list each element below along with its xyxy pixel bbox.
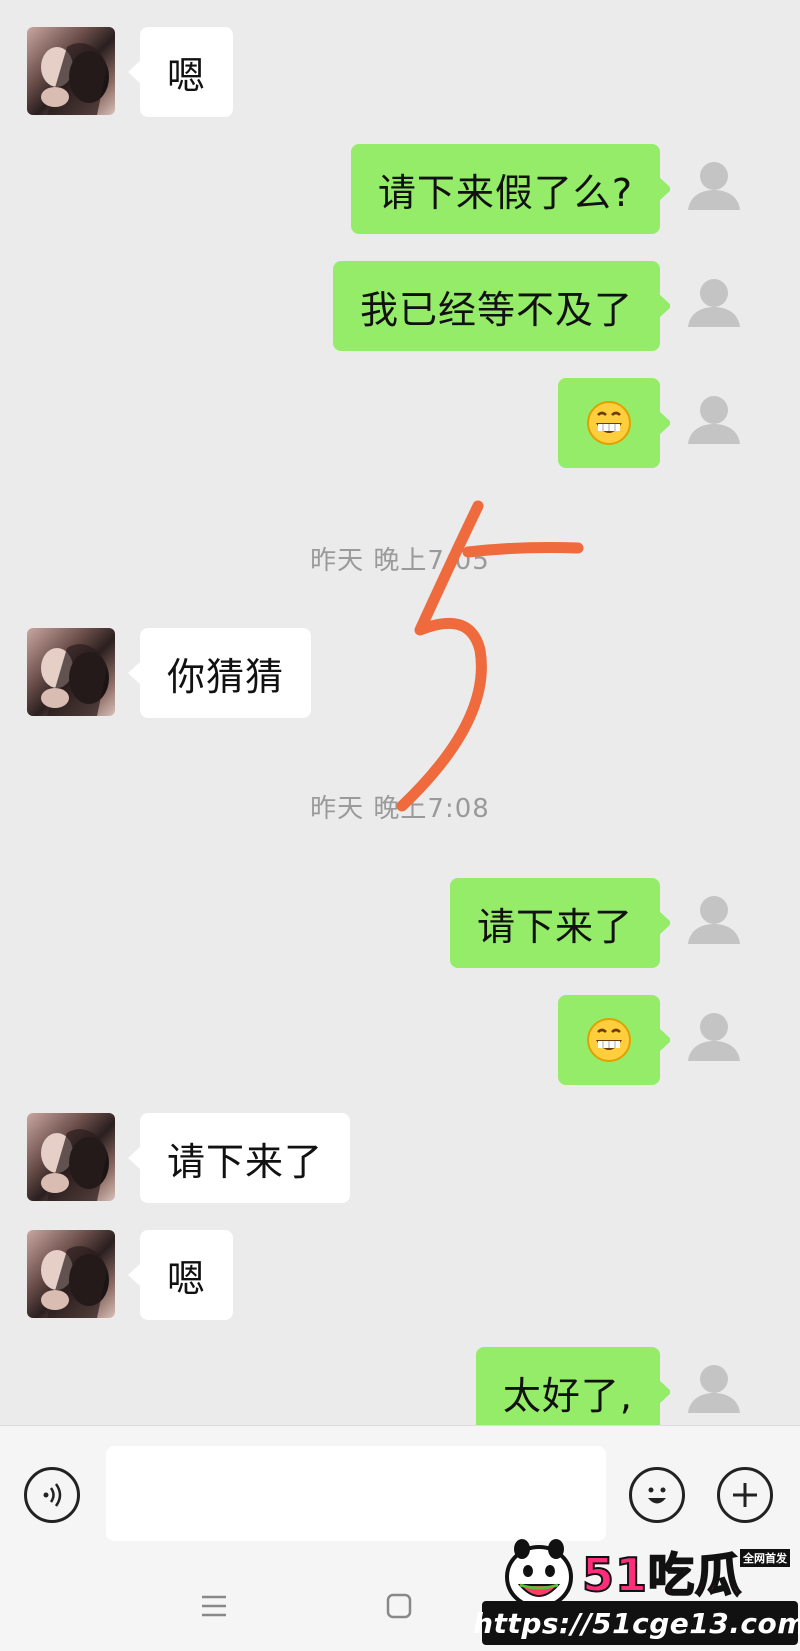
- self-avatar[interactable]: [670, 261, 758, 349]
- message-bubble[interactable]: [558, 995, 672, 1085]
- emoji-button[interactable]: [629, 1467, 685, 1523]
- message-bubble[interactable]: 太好了,: [475, 1347, 673, 1425]
- menu-icon: [202, 1595, 226, 1617]
- nav-menu-button[interactable]: [192, 1586, 236, 1626]
- voice-button[interactable]: [24, 1467, 80, 1523]
- grin-emoji-icon: [587, 1018, 631, 1062]
- peer-avatar[interactable]: [27, 27, 115, 115]
- grin-emoji-icon: [587, 401, 631, 445]
- self-avatar[interactable]: [670, 1347, 758, 1425]
- message-text: 请下来了: [476, 904, 633, 949]
- self-avatar[interactable]: [670, 378, 758, 466]
- message-text: 你猜猜: [167, 654, 285, 699]
- message-bubble[interactable]: 请下来了: [449, 878, 673, 968]
- message-bubble[interactable]: 嗯: [127, 27, 234, 117]
- watermark-tag: 全网首发: [740, 1549, 790, 1567]
- smiley-icon: [648, 1487, 666, 1504]
- message-row: 请下来了: [0, 878, 800, 968]
- message-text: 请下来假了么?: [377, 170, 633, 215]
- peer-avatar[interactable]: [27, 1113, 115, 1201]
- home-square-icon: [386, 1593, 412, 1619]
- message-bubble[interactable]: 我已经等不及了: [332, 261, 673, 351]
- timestamp: 昨天 晚上7:05: [310, 546, 490, 576]
- watermark-url: https://51cge13.com: [473, 1601, 800, 1645]
- self-avatar[interactable]: [670, 878, 758, 966]
- message-row: 请下来假了么?: [0, 144, 800, 234]
- message-row: [0, 378, 800, 468]
- message-bubble[interactable]: 请下来了: [127, 1113, 351, 1203]
- plus-icon: [733, 1483, 757, 1507]
- message-row: 嗯: [0, 1230, 800, 1320]
- more-button[interactable]: [717, 1467, 773, 1523]
- message-row: 请下来了: [0, 1113, 800, 1203]
- nav-home-button[interactable]: [377, 1586, 421, 1626]
- voice-icon: [43, 1483, 62, 1507]
- message-row: 我已经等不及了: [0, 261, 800, 351]
- peer-avatar[interactable]: [27, 1230, 115, 1318]
- message-text: 嗯: [167, 1256, 207, 1301]
- self-avatar[interactable]: [670, 144, 758, 232]
- message-text: 请下来了: [167, 1139, 324, 1184]
- message-row: [0, 995, 800, 1085]
- watermark: 51吃瓜 全网首发 https://51cge13.com: [473, 1535, 800, 1647]
- message-row: 你猜猜: [0, 628, 800, 718]
- chat-area[interactable]: 嗯 请下来假了么? 我已经等不及了 昨天 晚上7:05 你猜猜 昨天 晚上7:0…: [0, 0, 800, 1425]
- message-bubble[interactable]: [558, 378, 672, 468]
- peer-avatar[interactable]: [27, 628, 115, 716]
- message-text: 我已经等不及了: [359, 287, 633, 332]
- message-text: 嗯: [167, 53, 207, 98]
- message-text: 太好了,: [502, 1373, 633, 1418]
- message-row: 太好了,: [0, 1347, 800, 1425]
- message-input[interactable]: [106, 1446, 606, 1541]
- message-bubble[interactable]: 你猜猜: [127, 628, 312, 718]
- timestamp: 昨天 晚上7:08: [310, 794, 490, 824]
- message-bubble[interactable]: 请下来假了么?: [350, 144, 673, 234]
- message-bubble[interactable]: 嗯: [127, 1230, 234, 1320]
- watermark-brand: 51吃瓜: [581, 1547, 743, 1603]
- self-avatar[interactable]: [670, 995, 758, 1083]
- message-row: 嗯: [0, 27, 800, 117]
